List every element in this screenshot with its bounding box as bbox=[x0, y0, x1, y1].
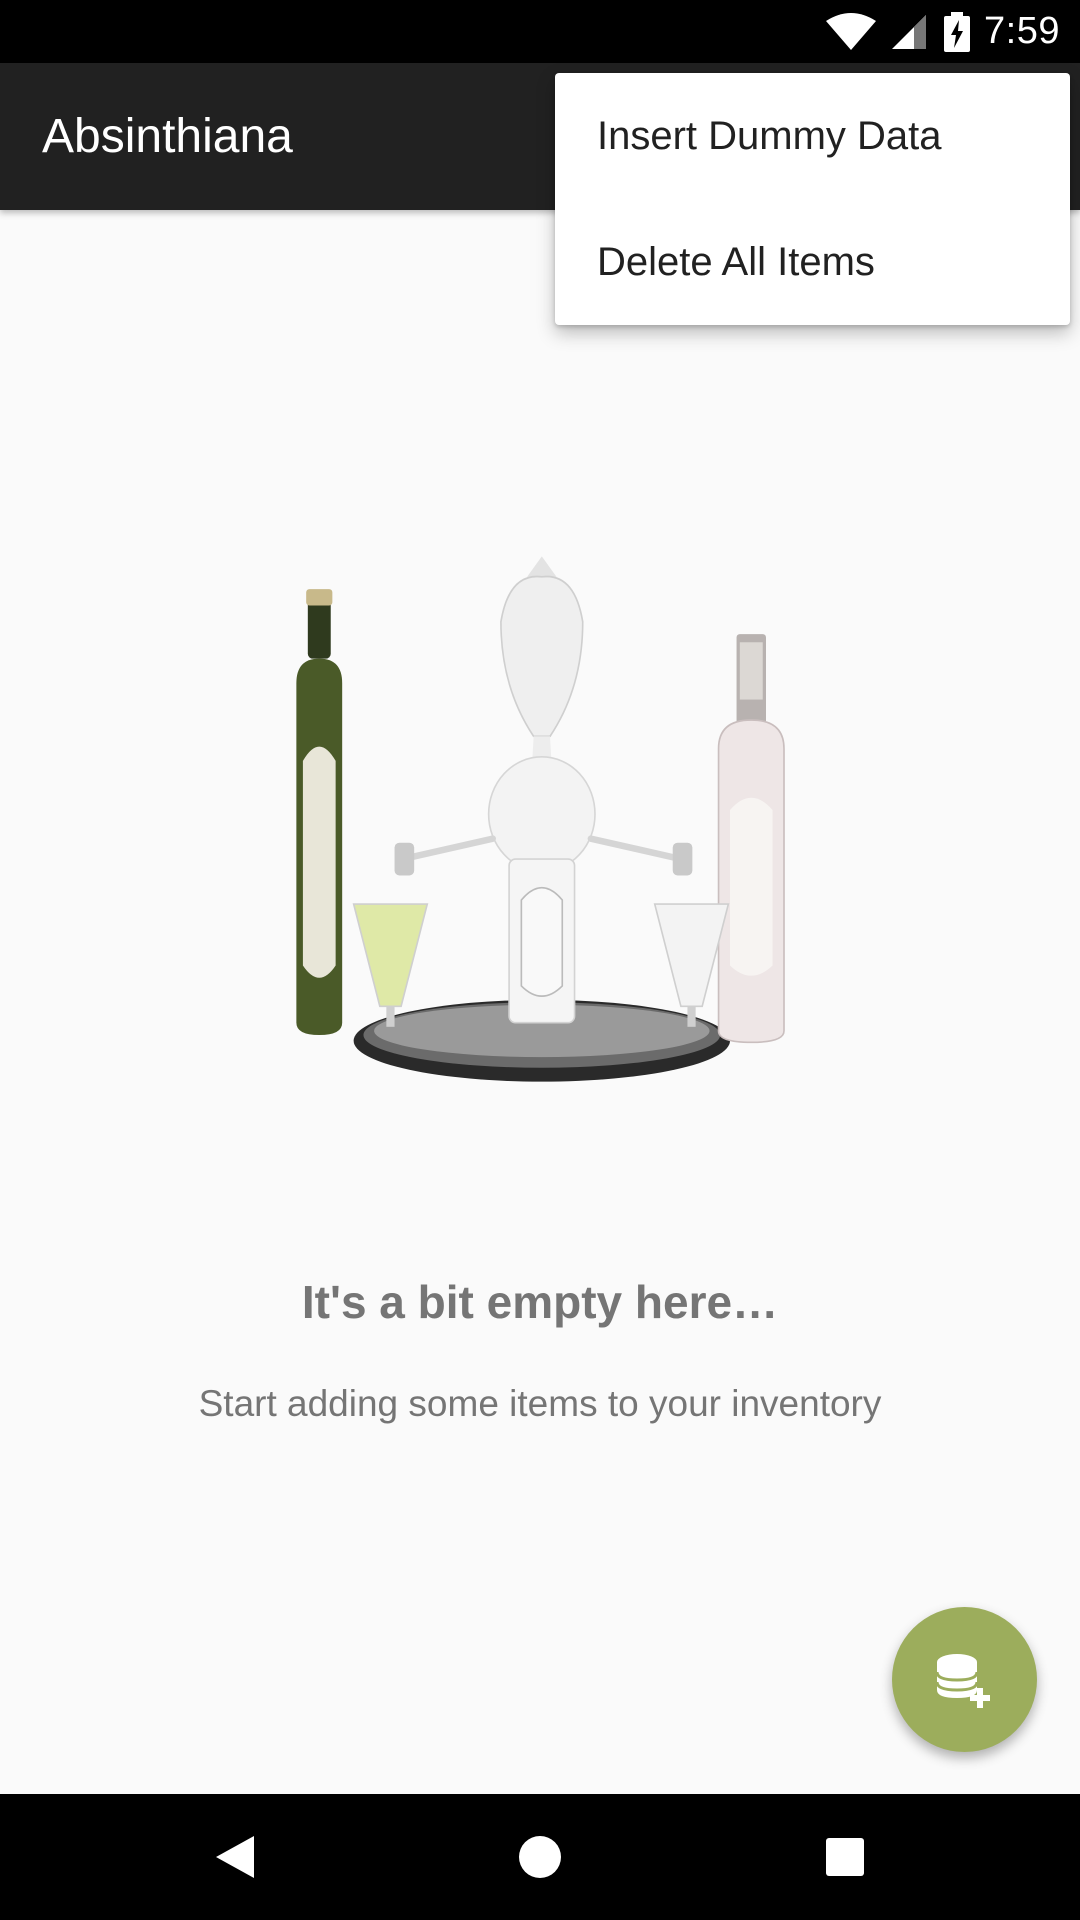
recents-button[interactable] bbox=[785, 1794, 905, 1920]
wifi-icon bbox=[826, 12, 877, 50]
empty-state-subtitle: Start adding some items to your inventor… bbox=[198, 1383, 882, 1424]
status-time: 7:59 bbox=[984, 10, 1060, 52]
battery-charging-icon bbox=[944, 11, 971, 52]
status-icons: 7:59 bbox=[826, 0, 1060, 63]
empty-state-title: It's a bit empty here… bbox=[301, 1276, 779, 1328]
status-bar: 7:59 bbox=[0, 0, 1080, 63]
menu-item-delete-all-items[interactable]: Delete All Items bbox=[555, 199, 1070, 325]
back-button[interactable] bbox=[175, 1794, 295, 1920]
overflow-menu: Insert Dummy Data Delete All Items bbox=[555, 73, 1070, 325]
add-item-fab[interactable] bbox=[892, 1607, 1037, 1752]
signal-icon bbox=[892, 14, 927, 49]
menu-item-insert-dummy-data[interactable]: Insert Dummy Data bbox=[555, 73, 1070, 199]
absinthe-illustration bbox=[296, 556, 785, 1082]
home-icon bbox=[519, 1836, 561, 1878]
back-icon bbox=[216, 1836, 254, 1878]
navigation-bar bbox=[0, 1794, 1080, 1920]
home-button[interactable] bbox=[480, 1794, 600, 1920]
app-title: Absinthiana bbox=[42, 110, 293, 163]
recents-icon bbox=[826, 1838, 864, 1876]
database-add-icon bbox=[935, 1653, 990, 1708]
